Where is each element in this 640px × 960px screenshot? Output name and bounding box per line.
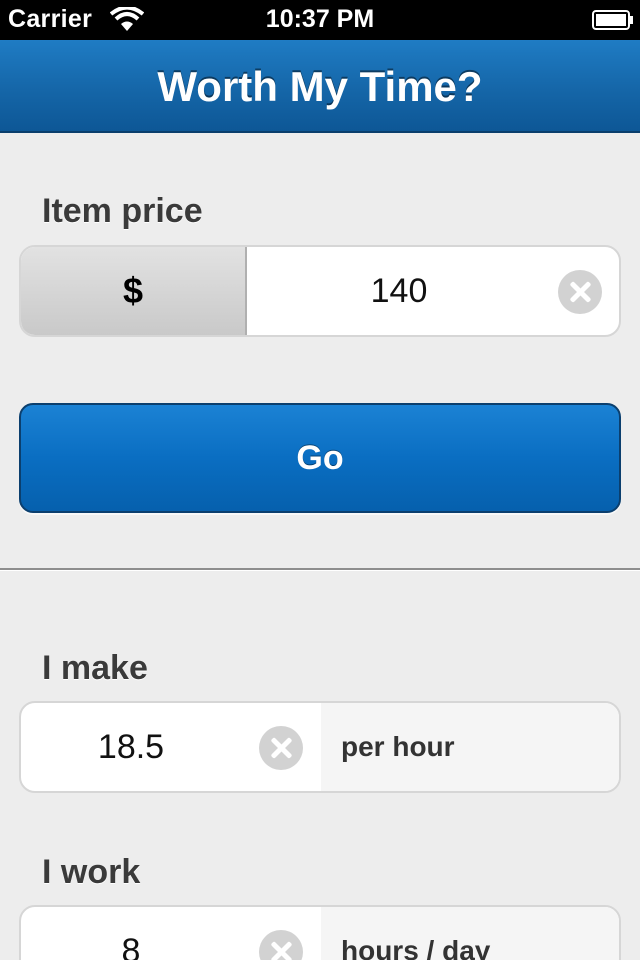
status-time: 10:37 PM xyxy=(265,5,375,33)
item-price-label: Item price xyxy=(42,192,203,230)
status-bar: Carrier 10:37 PM xyxy=(0,0,640,40)
section-divider xyxy=(0,568,640,571)
work-field: 8 hours / day xyxy=(19,905,621,960)
item-price-input[interactable]: 140 xyxy=(249,247,549,335)
work-unit-label: hours / day xyxy=(321,907,619,960)
work-label: I work xyxy=(42,853,141,891)
navigation-bar: Worth My Time? xyxy=(0,40,640,133)
income-label: I make xyxy=(42,649,148,687)
income-unit-label: per hour xyxy=(321,703,619,791)
clear-price-icon[interactable] xyxy=(558,270,602,314)
currency-selector[interactable]: $ xyxy=(21,247,247,335)
clear-income-icon[interactable] xyxy=(259,726,303,770)
page-title: Worth My Time? xyxy=(157,63,483,110)
item-price-field: $ 140 xyxy=(19,245,621,337)
work-hours-input[interactable]: 8 xyxy=(21,907,241,960)
go-button[interactable]: Go xyxy=(19,403,621,513)
income-field: 18.5 per hour xyxy=(19,701,621,793)
clear-work-hours-icon[interactable] xyxy=(259,930,303,960)
income-input[interactable]: 18.5 xyxy=(21,703,241,791)
battery-icon xyxy=(592,10,633,30)
